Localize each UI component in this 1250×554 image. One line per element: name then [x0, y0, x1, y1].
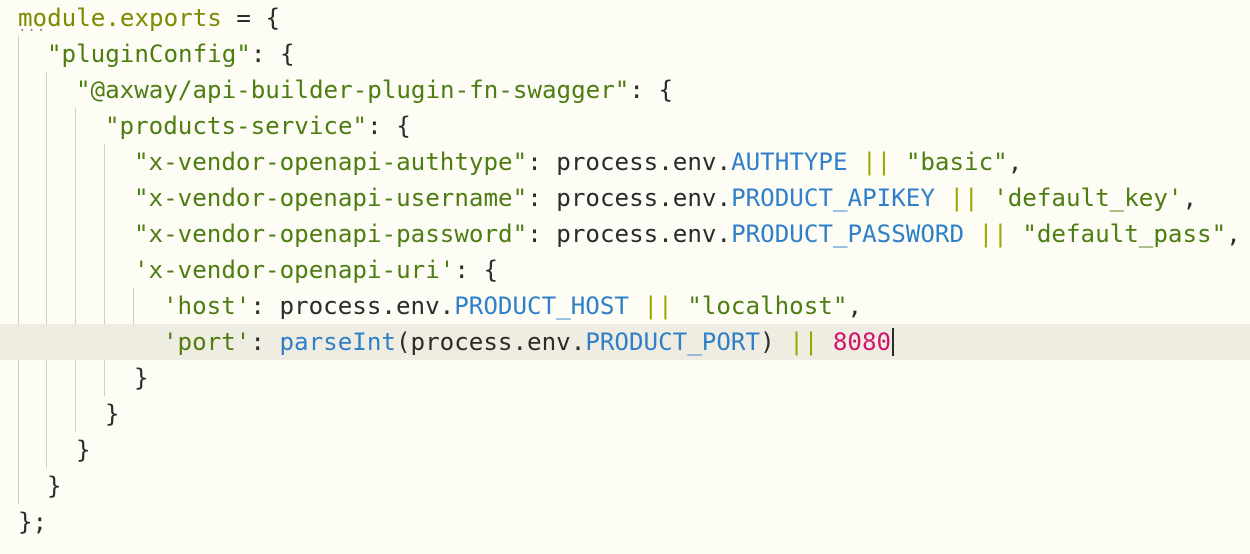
code-line[interactable]: }; — [0, 504, 1250, 540]
code-token: "x-vendor-openapi-username" — [134, 184, 528, 212]
code-token: "x-vendor-openapi-authtype" — [134, 148, 528, 176]
code-token: : — [250, 328, 280, 356]
code-line-text: "products-service": { — [105, 108, 411, 144]
code-line-text: } — [134, 360, 149, 396]
code-token: : { — [454, 256, 499, 284]
code-line-text: module.exports = { — [18, 0, 280, 36]
code-token: module.exports — [18, 4, 222, 32]
code-token: } — [76, 436, 91, 464]
code-token: 'default_key' — [993, 184, 1183, 212]
code-token: ) — [760, 328, 790, 356]
code-token: : process.env. — [527, 220, 732, 248]
code-line[interactable]: "@axway/api-builder-plugin-fn-swagger": … — [0, 72, 1250, 108]
code-line-text: "x-vendor-openapi-authtype": process.env… — [134, 144, 1022, 180]
code-line[interactable]: "products-service": { — [0, 108, 1250, 144]
code-line-text: "pluginConfig": { — [47, 36, 295, 72]
code-line[interactable]: "x-vendor-openapi-username": process.env… — [0, 180, 1250, 216]
code-line[interactable]: "pluginConfig": { — [0, 36, 1250, 72]
code-token: PRODUCT_PORT — [585, 328, 761, 356]
code-token: || — [964, 220, 1023, 248]
code-token: PRODUCT_APIKEY — [731, 184, 935, 212]
code-line-text: 'port': parseInt(process.env.PRODUCT_POR… — [163, 324, 895, 360]
code-token: "localhost" — [687, 292, 848, 320]
code-line-text: "x-vendor-openapi-password": process.env… — [134, 216, 1241, 252]
code-token: "default_pass" — [1022, 220, 1227, 248]
code-token: PRODUCT_PASSWORD — [731, 220, 965, 248]
code-line-text: }; — [18, 504, 47, 540]
code-token: 'port' — [163, 328, 251, 356]
code-token: } — [47, 472, 62, 500]
code-editor[interactable]: ... module.exports = {"pluginConfig": {"… — [0, 0, 1250, 554]
code-line-text: 'x-vendor-openapi-uri': { — [134, 252, 498, 288]
code-line-text: 'host': process.env.PRODUCT_HOST || "loc… — [163, 288, 862, 324]
code-token: 'host' — [163, 292, 251, 320]
code-token: : process.env. — [527, 148, 732, 176]
code-line[interactable]: } — [0, 468, 1250, 504]
code-token: 'x-vendor-openapi-uri' — [134, 256, 455, 284]
code-line[interactable]: 'host': process.env.PRODUCT_HOST || "loc… — [0, 288, 1250, 324]
code-token: , — [847, 292, 862, 320]
code-token: , — [1182, 184, 1198, 212]
code-line-text: "x-vendor-openapi-username": process.env… — [134, 180, 1197, 216]
code-token: : { — [629, 76, 674, 104]
text-cursor — [892, 328, 895, 356]
code-token: 8080 — [832, 328, 892, 356]
code-token: || — [934, 184, 994, 212]
code-token: parseInt — [279, 328, 397, 356]
code-line[interactable]: } — [0, 396, 1250, 432]
code-token: "pluginConfig" — [47, 40, 251, 68]
code-token: (process.env. — [396, 328, 586, 356]
code-line[interactable]: 'x-vendor-openapi-uri': { — [0, 252, 1250, 288]
code-line[interactable]: module.exports = { — [0, 0, 1250, 36]
code-token: || — [629, 292, 688, 320]
code-token: } — [134, 364, 149, 392]
code-line-text: } — [105, 396, 120, 432]
code-token: : process.env. — [250, 292, 455, 320]
code-token: "@axway/api-builder-plugin-fn-swagger" — [76, 76, 630, 104]
code-token: || — [789, 328, 819, 356]
code-token: "x-vendor-openapi-password" — [134, 220, 528, 248]
code-line-text: } — [47, 468, 62, 504]
code-token: : { — [250, 40, 295, 68]
code-token: : process.env. — [527, 184, 732, 212]
code-token: PRODUCT_HOST — [454, 292, 629, 320]
code-token: } — [105, 400, 120, 428]
code-token: : { — [367, 112, 411, 140]
code-line[interactable]: } — [0, 432, 1250, 468]
current-code-line[interactable]: 'port': parseInt(process.env.PRODUCT_POR… — [0, 324, 1250, 360]
code-line[interactable]: "x-vendor-openapi-authtype": process.env… — [0, 144, 1250, 180]
code-token: AUTHTYPE — [731, 148, 848, 176]
code-token: "products-service" — [105, 112, 368, 140]
code-token: , — [1007, 148, 1023, 176]
code-token: , — [1226, 220, 1241, 248]
code-line[interactable]: "x-vendor-openapi-password": process.env… — [0, 216, 1250, 252]
code-token: "basic" — [905, 148, 1008, 176]
code-line-text: } — [76, 432, 91, 468]
code-token: }; — [18, 508, 48, 536]
code-line[interactable]: } — [0, 360, 1250, 396]
code-line-text: "@axway/api-builder-plugin-fn-swagger": … — [76, 72, 673, 108]
code-token: = { — [221, 4, 281, 32]
code-token: || — [847, 148, 906, 176]
